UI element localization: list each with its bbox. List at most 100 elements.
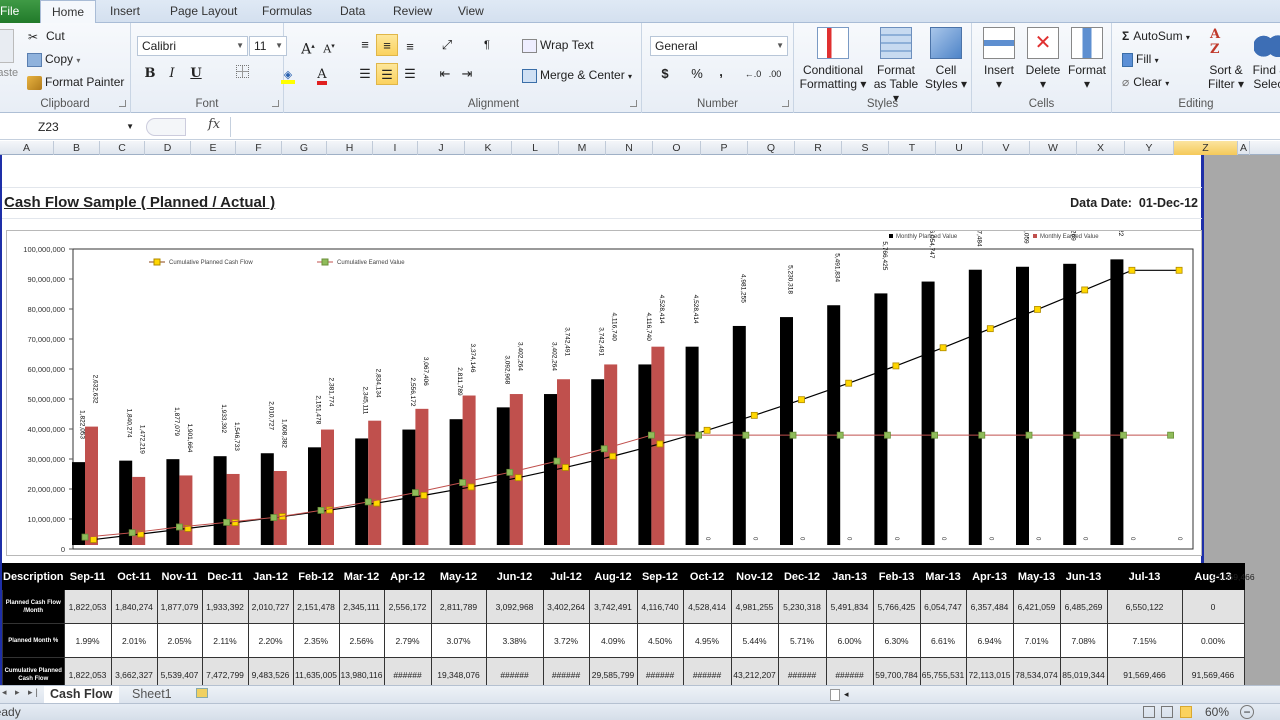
underline-button[interactable]: U	[185, 63, 207, 85]
tab-review[interactable]: Review	[389, 0, 436, 23]
page-break-view-button[interactable]	[1180, 706, 1192, 718]
orientation-button[interactable]: ⤢	[436, 34, 458, 56]
font-name-select[interactable]: Calibri ▼	[137, 36, 248, 56]
percent-button[interactable]: %	[686, 63, 708, 85]
normal-view-button[interactable]	[1143, 706, 1155, 718]
clear-button[interactable]: ⌀ Clear ▾	[1122, 75, 1169, 89]
table-cell[interactable]: 2,811,789	[430, 589, 487, 624]
formula-bar-handle[interactable]	[146, 118, 186, 136]
table-cell[interactable]: 3.38%	[485, 623, 544, 658]
column-header-c[interactable]: C	[100, 141, 145, 155]
column-header-q[interactable]: Q	[748, 141, 795, 155]
month-header-cell[interactable]: Feb-13	[872, 563, 921, 590]
table-cell[interactable]: 7.08%	[1059, 623, 1108, 658]
horizontal-scrollbar[interactable]: ◂	[780, 689, 1280, 701]
column-header-r[interactable]: R	[795, 141, 842, 155]
table-cell[interactable]: 4.95%	[682, 623, 732, 658]
paste-button[interactable]: Paste	[0, 67, 18, 79]
increase-indent-button[interactable]: ⇥	[456, 63, 478, 85]
number-format-select[interactable]: General ▼	[650, 36, 788, 56]
table-cell[interactable]: 2,010,727	[247, 589, 294, 624]
table-cell[interactable]: 0.00%	[1181, 623, 1245, 658]
column-header-y[interactable]: Y	[1125, 141, 1174, 155]
month-header-cell[interactable]: Jan-13	[825, 563, 874, 590]
font-size-select[interactable]: 11 ▼	[249, 36, 287, 56]
column-header-m[interactable]: M	[559, 141, 606, 155]
tab-data[interactable]: Data	[336, 0, 369, 23]
table-cell[interactable]: 7.01%	[1012, 623, 1061, 658]
month-header-cell[interactable]: Jul-13	[1106, 563, 1183, 590]
column-header-e[interactable]: E	[191, 141, 236, 155]
align-left-button[interactable]: ☰	[354, 63, 376, 85]
table-cell[interactable]: 2.11%	[201, 623, 249, 658]
table-cell[interactable]: 6,550,122	[1106, 589, 1183, 624]
formula-input[interactable]	[230, 117, 1280, 137]
table-cell[interactable]: 6.00%	[825, 623, 874, 658]
month-header-cell[interactable]: May-12	[430, 563, 487, 590]
grow-font-button[interactable]: A▴	[297, 35, 319, 58]
table-cell[interactable]: 2,556,172	[383, 589, 432, 624]
column-header-a[interactable]: A	[1238, 141, 1250, 155]
tab-page-layout[interactable]: Page Layout	[166, 0, 241, 23]
comma-button[interactable]: ,	[710, 61, 732, 83]
table-cell[interactable]: 6,054,747	[919, 589, 967, 624]
table-cell[interactable]: 7.15%	[1106, 623, 1183, 658]
table-cell[interactable]: 1,822,053	[63, 589, 112, 624]
month-header-cell[interactable]: Apr-13	[965, 563, 1014, 590]
table-cell[interactable]: 3.07%	[430, 623, 487, 658]
month-header-cell[interactable]: Apr-12	[383, 563, 432, 590]
month-header-cell[interactable]: Dec-12	[777, 563, 827, 590]
table-cell[interactable]: 3,742,491	[588, 589, 638, 624]
month-header-cell[interactable]: Nov-11	[156, 563, 203, 590]
column-header-o[interactable]: O	[653, 141, 701, 155]
format-cells-button[interactable]: Format ▾	[1066, 27, 1108, 91]
sheet-tab-sheet1[interactable]: Sheet1	[126, 686, 178, 703]
currency-button[interactable]: $	[654, 63, 676, 85]
tab-file[interactable]: File	[0, 0, 40, 23]
increase-decimal-button[interactable]: ←.0	[742, 63, 764, 85]
align-top-button[interactable]: ≡	[354, 34, 376, 56]
month-header-cell[interactable]: Sep-11	[63, 563, 112, 590]
cash-flow-chart[interactable]: 0 10,000,000 20,000,000 30,000,000 40,000,00…	[6, 207, 1202, 556]
column-header-n[interactable]: N	[606, 141, 653, 155]
sheet-tab-cash-flow[interactable]: Cash Flow	[44, 686, 119, 703]
month-header-cell[interactable]: Oct-12	[682, 563, 732, 590]
column-header-a[interactable]: A	[0, 141, 54, 155]
bold-button[interactable]: B	[139, 63, 161, 85]
column-header-g[interactable]: G	[282, 141, 327, 155]
tab-home[interactable]: Home	[40, 0, 96, 24]
table-cell[interactable]: 6.61%	[919, 623, 967, 658]
month-header-cell[interactable]: Nov-12	[730, 563, 779, 590]
decrease-decimal-button[interactable]: .00	[764, 63, 786, 85]
align-middle-button[interactable]: ≡	[376, 34, 398, 56]
month-header-cell[interactable]: Feb-12	[292, 563, 340, 590]
column-header-t[interactable]: T	[889, 141, 936, 155]
autosum-button[interactable]: Σ AutoSum ▾	[1122, 29, 1190, 43]
month-header-cell[interactable]: Jul-12	[542, 563, 590, 590]
table-cell[interactable]: 5,230,318	[777, 589, 827, 624]
table-cell[interactable]: 2.01%	[110, 623, 158, 658]
alignment-launcher[interactable]	[630, 100, 637, 107]
tab-insert[interactable]: Insert	[106, 0, 144, 23]
table-cell[interactable]: 1,840,274	[110, 589, 158, 624]
column-header-v[interactable]: V	[983, 141, 1030, 155]
sort-filter-button[interactable]: AZ Sort & Filter ▾	[1206, 27, 1246, 91]
cell-styles-button[interactable]: Cell Styles ▾	[924, 27, 968, 91]
month-header-cell[interactable]: Mar-12	[338, 563, 385, 590]
month-header-cell[interactable]: May-13	[1012, 563, 1061, 590]
table-cell[interactable]: 3.72%	[542, 623, 590, 658]
column-header-h[interactable]: H	[327, 141, 373, 155]
shrink-font-button[interactable]: A▾	[318, 35, 340, 57]
format-as-table-button[interactable]: Format as Table ▾	[870, 27, 922, 105]
table-cell[interactable]: 2.05%	[156, 623, 203, 658]
text-direction-button[interactable]: ¶	[476, 34, 498, 56]
sheet-nav-arrows[interactable]: ◂ ▸ ▸|	[2, 687, 41, 698]
align-bottom-button[interactable]: ≡	[399, 36, 421, 58]
column-header-s[interactable]: S	[842, 141, 889, 155]
column-header-u[interactable]: U	[936, 141, 983, 155]
table-cell[interactable]: 1,877,079	[156, 589, 203, 624]
column-header-b[interactable]: B	[54, 141, 100, 155]
table-cell[interactable]: 2.20%	[247, 623, 294, 658]
column-header-w[interactable]: W	[1030, 141, 1077, 155]
month-header-cell[interactable]: Jun-13	[1059, 563, 1108, 590]
